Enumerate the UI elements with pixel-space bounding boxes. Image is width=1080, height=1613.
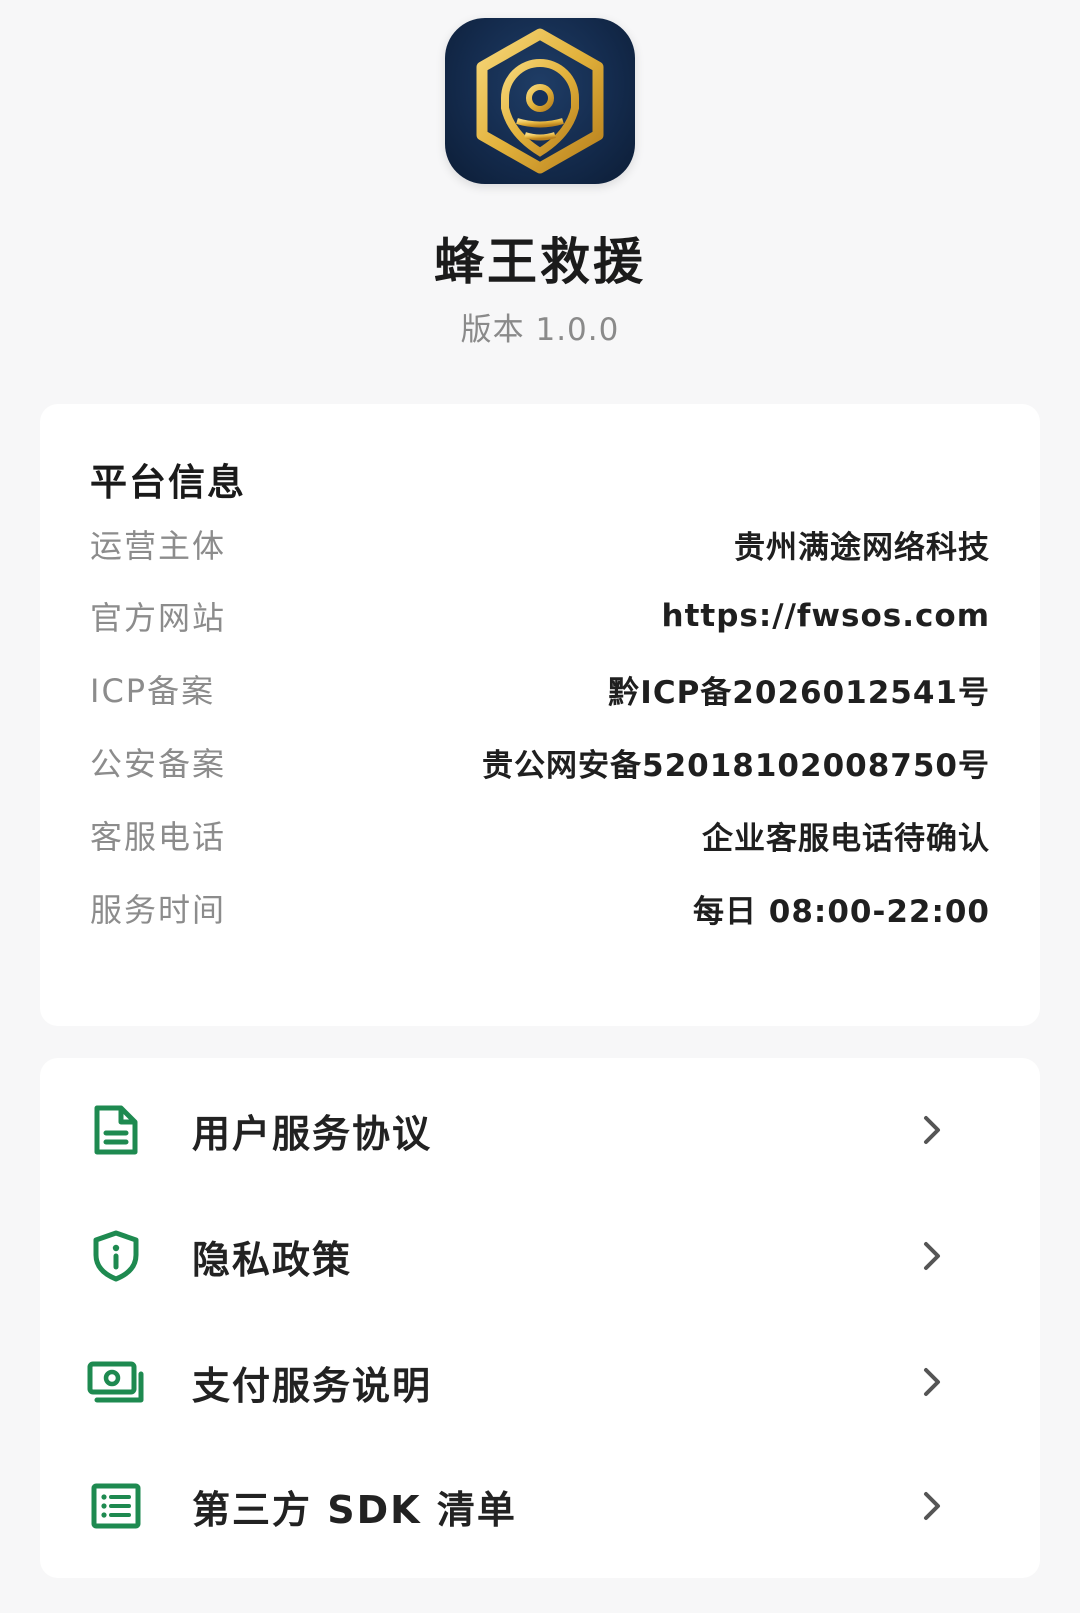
list-icon [84, 1474, 148, 1538]
info-row-police-record: 公安备案 贵公网安备52018102008750号 [90, 738, 990, 786]
menu-item-label: 用户服务协议 [192, 1111, 433, 1156]
platform-info-title: 平台信息 [90, 461, 246, 504]
info-label: 客服电话 [90, 818, 227, 856]
website-link[interactable]: https://fwsos.com [662, 598, 990, 634]
info-label: 运营主体 [90, 527, 227, 565]
info-value: 黔ICP备2026012541号 [608, 674, 990, 711]
shield-info-icon [84, 1224, 148, 1288]
info-value: 每日 08:00-22:00 [692, 893, 990, 930]
chevron-right-icon [916, 1490, 948, 1522]
app-name: 蜂王救援 [434, 233, 646, 291]
menu-item-payment-terms[interactable]: 支付服务说明 [40, 1318, 1040, 1446]
menu-item-user-agreement[interactable]: 用户服务协议 [40, 1066, 1040, 1194]
chevron-right-icon [916, 1366, 948, 1398]
info-value: 贵州满途网络科技 [734, 529, 990, 566]
chevron-right-icon [916, 1240, 948, 1272]
menu-item-label: 隐私政策 [192, 1237, 353, 1282]
menu-item-label: 支付服务说明 [192, 1363, 433, 1408]
platform-info-card: 平台信息 运营主体 贵州满途网络科技 官方网站 https://fwsos.co… [40, 404, 1040, 1026]
info-row-website: 官方网站 https://fwsos.com [90, 592, 990, 640]
app-logo [445, 18, 635, 184]
links-menu-card: 用户服务协议 隐私政策 支付服务说明 第三方 SDK 清单 [40, 1058, 1040, 1578]
info-label: 公安备案 [90, 745, 227, 783]
menu-item-privacy-policy[interactable]: 隐私政策 [40, 1192, 1040, 1320]
info-row-phone: 客服电话 企业客服电话待确认 [90, 811, 990, 859]
info-label: ICP备案 [90, 672, 216, 710]
chevron-right-icon [916, 1114, 948, 1146]
info-label: 官方网站 [90, 599, 227, 637]
menu-item-label: 第三方 SDK 清单 [192, 1487, 517, 1532]
info-row-icp: ICP备案 黔ICP备2026012541号 [90, 665, 990, 713]
info-value: 贵公网安备52018102008750号 [482, 747, 990, 784]
about-page: 蜂王救援 版本 1.0.0 平台信息 运营主体 贵州满途网络科技 官方网站 ht… [0, 0, 1080, 1613]
bee-rescue-logo-icon [476, 28, 604, 174]
info-label: 服务时间 [90, 891, 227, 929]
info-row-operator: 运营主体 贵州满途网络科技 [90, 520, 990, 568]
info-value: 企业客服电话待确认 [702, 820, 990, 857]
money-icon [84, 1350, 148, 1414]
menu-item-third-party-sdk[interactable]: 第三方 SDK 清单 [40, 1442, 1040, 1570]
info-row-service-hours: 服务时间 每日 08:00-22:00 [90, 884, 990, 932]
document-icon [84, 1098, 148, 1162]
app-version: 版本 1.0.0 [460, 312, 620, 348]
